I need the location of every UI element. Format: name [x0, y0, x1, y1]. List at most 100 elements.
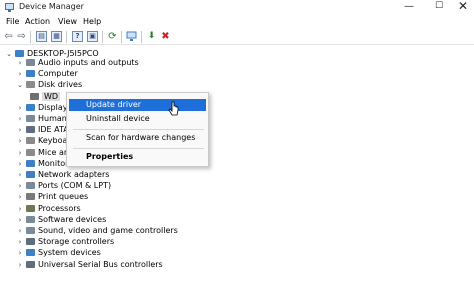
resources-icon[interactable]: ▣ — [87, 31, 98, 42]
menu-help[interactable]: Help — [83, 17, 101, 26]
tree-item-label: WD — [42, 92, 61, 101]
tree-item-label: Network adapters — [38, 170, 110, 179]
menu-separator — [73, 148, 204, 149]
show-hide-tree-icon[interactable]: ▤ — [36, 31, 47, 42]
tree-item-label: Sound, video and game controllers — [38, 226, 178, 235]
minimize-button[interactable]: — — [396, 0, 422, 13]
chevron-right-icon[interactable]: › — [16, 70, 24, 78]
device-manager-icon — [5, 3, 14, 12]
speaker-icon — [26, 59, 35, 66]
tree-category-item[interactable]: › Storage controllers — [16, 236, 115, 247]
chevron-right-icon[interactable]: › — [16, 238, 24, 246]
scan-hardware-icon[interactable] — [126, 31, 137, 42]
tree-category-item[interactable]: › Network adapters — [16, 169, 110, 180]
tree-item-label: Ports (COM & LPT) — [38, 181, 112, 190]
tree-item-label: Disk drives — [38, 80, 83, 89]
tree-category-item[interactable]: › Keyboa — [16, 135, 68, 146]
chevron-right-icon[interactable]: › — [16, 227, 24, 235]
chevron-right-icon[interactable]: › — [16, 115, 24, 123]
display-adapter-icon — [26, 104, 35, 111]
tree-item-label: Software devices — [38, 215, 107, 224]
menu-file[interactable]: File — [6, 17, 19, 26]
printer-icon — [26, 193, 35, 200]
tree-category-item[interactable]: › System devices — [16, 247, 101, 258]
chevron-down-icon[interactable]: ⌄ — [5, 50, 13, 58]
tree-category-item[interactable]: › Print queues — [16, 191, 89, 202]
tree-category-item[interactable]: › Audio inputs and outputs — [16, 57, 139, 68]
window-title: Device Manager — [19, 2, 84, 11]
toolbar-separator — [121, 31, 122, 43]
tree-category-item[interactable]: ⌄ Disk drives — [16, 79, 82, 90]
tree-category-item[interactable]: › Software devices — [16, 214, 107, 225]
tree-item-label: Universal Serial Bus controllers — [38, 260, 163, 269]
back-arrow-icon[interactable]: ⇦ — [3, 31, 14, 42]
ide-controller-icon — [26, 126, 35, 133]
hid-icon — [26, 115, 35, 122]
properties-menu-item[interactable]: Properties — [67, 151, 210, 163]
toolbar: ⇦ ⇨ ▤ ▦ ? ▣ ⟳ ⬇ ✖ — [0, 29, 474, 45]
tree-item-label: Mice ar — [38, 148, 68, 157]
chevron-right-icon[interactable]: › — [16, 261, 24, 269]
chevron-right-icon[interactable]: › — [16, 193, 24, 201]
close-button[interactable]: ✕ — [450, 0, 474, 13]
update-driver-icon[interactable]: ⟳ — [107, 31, 118, 42]
chevron-right-icon[interactable]: › — [16, 59, 24, 67]
tree-category-item[interactable]: › Monitors — [16, 158, 73, 169]
tree-category-item[interactable]: › Computer — [16, 68, 78, 79]
computer-icon — [26, 70, 35, 77]
tree-category-item[interactable]: › Processors — [16, 203, 81, 214]
tree-category-item[interactable]: › Human — [16, 113, 67, 124]
menu-bar: File Action View Help — [0, 15, 474, 28]
update-driver-menu-item[interactable]: Update driver — [69, 99, 206, 111]
forward-arrow-icon[interactable]: ⇨ — [16, 31, 27, 42]
tree-category-item[interactable]: › Ports (COM & LPT) — [16, 180, 112, 191]
tree-item-label: IDE ATA — [38, 125, 69, 134]
chevron-right-icon[interactable]: › — [16, 249, 24, 257]
toolbar-separator — [102, 31, 103, 43]
tree-device-item[interactable]: WD — [28, 91, 61, 102]
enable-device-icon[interactable]: ⬇ — [146, 31, 157, 42]
chevron-right-icon[interactable]: › — [16, 160, 24, 168]
chevron-right-icon[interactable]: › — [16, 171, 24, 179]
chevron-right-icon[interactable]: › — [16, 205, 24, 213]
chevron-right-icon[interactable]: › — [16, 104, 24, 112]
help-icon[interactable]: ? — [72, 31, 83, 42]
tree-category-item[interactable]: › IDE ATA — [16, 124, 69, 135]
port-icon — [26, 182, 35, 189]
menu-separator — [73, 129, 204, 130]
chevron-right-icon[interactable]: › — [16, 216, 24, 224]
menu-action[interactable]: Action — [25, 17, 50, 26]
tree-item-label: Human — [38, 114, 67, 123]
storage-controller-icon — [26, 238, 35, 245]
toolbar-separator — [141, 31, 142, 43]
chevron-right-icon[interactable]: › — [16, 137, 24, 145]
tree-category-item[interactable]: › Sound, video and game controllers — [16, 225, 178, 236]
tree-item-label: Computer — [38, 69, 78, 78]
tree-category-item[interactable]: › Display — [16, 102, 68, 113]
tree-item-label: System devices — [38, 248, 101, 257]
tree-category-item[interactable]: › Universal Serial Bus controllers — [16, 259, 163, 270]
chevron-right-icon[interactable]: › — [16, 149, 24, 157]
mouse-cursor-icon — [168, 101, 179, 116]
mouse-icon — [26, 149, 35, 156]
tree-category-item[interactable]: › Mice ar — [16, 147, 68, 158]
tree-item-label: Display — [38, 103, 68, 112]
tree-item-label: Audio inputs and outputs — [38, 58, 139, 67]
keyboard-icon — [26, 137, 35, 144]
title-bar: Device Manager — ☐ ✕ — [0, 0, 474, 14]
chevron-right-icon[interactable]: › — [16, 126, 24, 134]
uninstall-icon[interactable]: ✖ — [160, 31, 171, 42]
network-icon — [26, 171, 35, 178]
tree-item-label: Print queues — [38, 192, 89, 201]
uninstall-device-menu-item[interactable]: Uninstall device — [67, 113, 210, 125]
processor-icon — [26, 205, 35, 212]
sound-icon — [26, 227, 35, 234]
maximize-button[interactable]: ☐ — [426, 0, 452, 13]
properties-icon[interactable]: ▦ — [51, 31, 62, 42]
system-device-icon — [26, 249, 35, 256]
scan-hardware-menu-item[interactable]: Scan for hardware changes — [67, 132, 210, 144]
tree-item-label: Processors — [38, 204, 81, 213]
chevron-down-icon[interactable]: ⌄ — [16, 81, 24, 89]
menu-view[interactable]: View — [58, 17, 77, 26]
chevron-right-icon[interactable]: › — [16, 182, 24, 190]
